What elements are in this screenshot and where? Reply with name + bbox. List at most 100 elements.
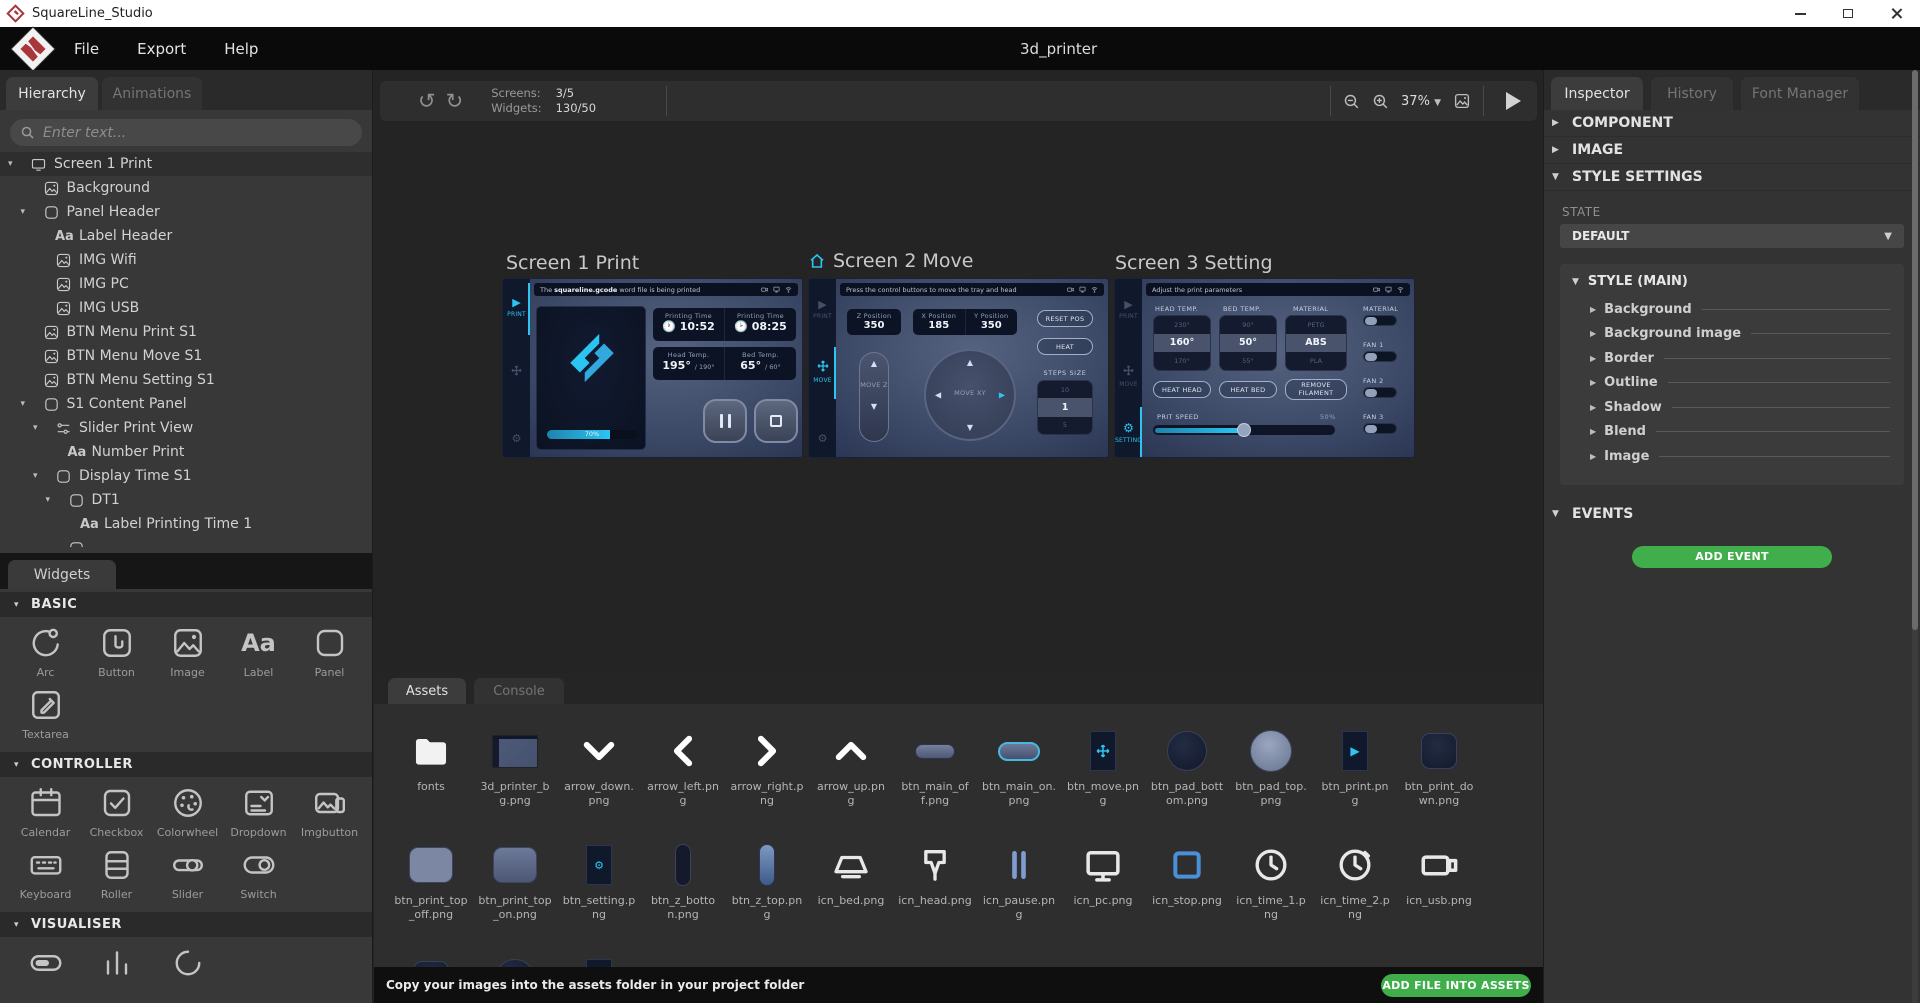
widget-vischart[interactable] (81, 943, 152, 1003)
screen2-thumbnail[interactable]: ▶PRINT MOVE ⚙ Press the control buttons … (809, 279, 1108, 457)
tree-item-btn-menu-setting-s1[interactable]: BTN Menu Setting S1 (0, 368, 372, 392)
expand-caret-icon[interactable]: ▾ (8, 159, 13, 169)
asset-btn_main_on-png[interactable]: btn_main_on.png (977, 722, 1061, 808)
widget-label[interactable]: AaLabel (223, 623, 294, 685)
tree-item-btn-menu-print-s1[interactable]: BTN Menu Print S1 (0, 320, 372, 344)
tree-item-img-wifi[interactable]: IMG Wifi (0, 248, 372, 272)
asset-icn_bed-png[interactable]: icn_bed.png (809, 836, 893, 908)
section-component[interactable]: ▶COMPONENT (1544, 110, 1920, 137)
expand-caret-icon[interactable]: ▾ (21, 207, 26, 217)
state-dropdown[interactable]: DEFAULT▼ (1560, 224, 1904, 248)
fit-image-icon[interactable] (1453, 92, 1471, 110)
widget-section-controller[interactable]: ▾CONTROLLER (0, 752, 372, 777)
asset-btn_pad_top-png[interactable]: btn_pad_top.png (1229, 722, 1313, 808)
tab-history[interactable]: History (1651, 77, 1733, 110)
tree-item-background[interactable]: Background (0, 176, 372, 200)
search-input[interactable] (43, 125, 343, 141)
add-file-into-assets-button[interactable]: ADD FILE INTO ASSETS (1381, 974, 1531, 997)
close-button[interactable] (1872, 0, 1920, 27)
asset-partial[interactable]: ⚙ (557, 950, 641, 967)
asset-3d_printer_bg-png[interactable]: 3d_printer_bg.png (473, 722, 557, 808)
style-row-background[interactable]: ▶Background (1590, 297, 1892, 322)
inspector-scrollbar[interactable] (1912, 70, 1918, 1003)
widget-panel[interactable]: Panel (294, 623, 365, 685)
asset-fonts[interactable]: fonts (389, 722, 473, 794)
tree-item-img-pc[interactable]: IMG PC (0, 272, 372, 296)
screen1-thumbnail[interactable]: ▶PRINT ⚙ The squareline.gcode word file … (503, 279, 802, 457)
maximize-button[interactable] (1824, 0, 1872, 27)
tree-item-display-time-s1[interactable]: ▾Display Time S1 (0, 464, 372, 488)
widget-slider[interactable]: Slider (152, 845, 223, 907)
expand-caret-icon[interactable]: ▾ (21, 399, 26, 409)
tree-item-label-header[interactable]: AaLabel Header (0, 224, 372, 248)
asset-icn_time_2-png[interactable]: icn_time_2.png (1313, 836, 1397, 922)
widget-section-visualiser[interactable]: ▾VISUALISER (0, 912, 372, 937)
style-main-header[interactable]: ▼STYLE (MAIN) (1572, 274, 1892, 289)
widget-roller[interactable]: Roller (81, 845, 152, 907)
asset-btn_print_down-png[interactable]: btn_print_down.png (1397, 722, 1481, 808)
undo-button[interactable]: ↺ (418, 91, 436, 111)
asset-icn_pc-png[interactable]: icn_pc.png (1061, 836, 1145, 908)
asset-icn_time_1-png[interactable]: icn_time_1.png (1229, 836, 1313, 922)
widget-section-basic[interactable]: ▾BASIC (0, 592, 372, 617)
tree-item-panel-header[interactable]: ▾Panel Header (0, 200, 372, 224)
menu-item-file[interactable]: File (74, 40, 99, 58)
asset-btn_z_botton-png[interactable]: btn_z_botton.png (641, 836, 725, 922)
widget-visbar[interactable] (10, 943, 81, 1003)
tab-widgets[interactable]: Widgets (8, 560, 116, 589)
tree-item-dt1[interactable]: ▾DT1 (0, 488, 372, 512)
play-button[interactable] (1506, 92, 1521, 110)
tree-item-btn-menu-move-s1[interactable]: BTN Menu Move S1 (0, 344, 372, 368)
expand-caret-icon[interactable]: ▾ (46, 495, 51, 505)
tree-item-s1-content-panel[interactable]: ▾S1 Content Panel (0, 392, 372, 416)
widget-dropdown[interactable]: Dropdown (223, 783, 294, 845)
widget-calendar[interactable]: Calendar (10, 783, 81, 845)
widget-visarc[interactable] (152, 943, 223, 1003)
asset-icn_usb-png[interactable]: icn_usb.png (1397, 836, 1481, 908)
asset-btn_print-png[interactable]: ▶btn_print.png (1313, 722, 1397, 808)
widget-checkbox[interactable]: Checkbox (81, 783, 152, 845)
section-image[interactable]: ▶IMAGE (1544, 137, 1920, 164)
screen3-title[interactable]: Screen 3 Setting (1115, 252, 1273, 274)
style-row-image[interactable]: ▶Image (1590, 444, 1892, 469)
menu-item-help[interactable]: Help (224, 40, 258, 58)
tab-hierarchy[interactable]: Hierarchy (6, 77, 98, 110)
style-row-blend[interactable]: ▶Blend (1590, 420, 1892, 445)
tab-inspector[interactable]: Inspector (1551, 77, 1643, 110)
asset-arrow_left-png[interactable]: arrow_left.png (641, 722, 725, 808)
asset-arrow_down-png[interactable]: arrow_down.png (557, 722, 641, 808)
screen3-thumbnail[interactable]: ▶PRINT MOVE ⚙SETTING Adjust the print pa… (1115, 279, 1414, 457)
tree-item-partial[interactable] (0, 536, 372, 547)
tree-item-slider-print-view[interactable]: ▾Slider Print View (0, 416, 372, 440)
expand-caret-icon[interactable]: ▾ (33, 471, 38, 481)
tree-item-number-print[interactable]: AaNumber Print (0, 440, 372, 464)
asset-icn_stop-png[interactable]: icn_stop.png (1145, 836, 1229, 908)
zoom-out-button[interactable] (1343, 93, 1360, 110)
zoom-in-button[interactable] (1372, 93, 1389, 110)
asset-btn_main_off-png[interactable]: btn_main_off.png (893, 722, 977, 808)
asset-icn_head-png[interactable]: icn_head.png (893, 836, 977, 908)
asset-btn_print_top_on-png[interactable]: btn_print_top_on.png (473, 836, 557, 922)
widget-colorwheel[interactable]: Colorwheel (152, 783, 223, 845)
add-event-button[interactable]: ADD EVENT (1632, 546, 1832, 568)
redo-button[interactable]: ↻ (446, 91, 464, 111)
asset-btn_setting-png[interactable]: ⚙btn_setting.png (557, 836, 641, 922)
widget-switch[interactable]: Switch (223, 845, 294, 907)
style-row-shadow[interactable]: ▶Shadow (1590, 395, 1892, 420)
screen2-title[interactable]: Screen 2 Move (809, 250, 973, 272)
asset-btn_print_top_off-png[interactable]: btn_print_top_off.png (389, 836, 473, 922)
tree-item-img-usb[interactable]: IMG USB (0, 296, 372, 320)
screen1-title[interactable]: Screen 1 Print (506, 252, 639, 274)
minimize-button[interactable] (1776, 0, 1824, 27)
asset-btn_z_top-png[interactable]: btn_z_top.png (725, 836, 809, 922)
section-style-settings[interactable]: ▼STYLE SETTINGS (1544, 164, 1920, 191)
asset-icn_pause-png[interactable]: icn_pause.png (977, 836, 1061, 922)
asset-arrow_right-png[interactable]: arrow_right.png (725, 722, 809, 808)
tree-item-screen-1-print[interactable]: ▾Screen 1 Print (0, 152, 372, 176)
asset-partial[interactable] (473, 950, 557, 967)
expand-caret-icon[interactable]: ▾ (33, 423, 38, 433)
tree-item-label-printing-time-1[interactable]: AaLabel Printing Time 1 (0, 512, 372, 536)
section-events[interactable]: ▼EVENTS (1544, 501, 1920, 528)
asset-btn_pad_bottom-png[interactable]: btn_pad_bottom.png (1145, 722, 1229, 808)
tab-animations[interactable]: Animations (102, 77, 202, 110)
